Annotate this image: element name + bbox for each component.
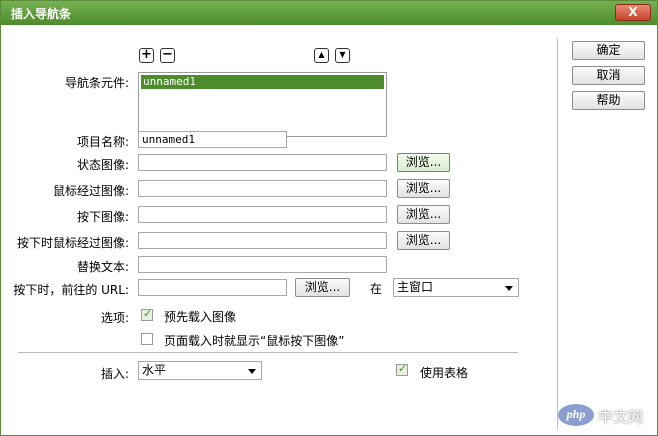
target-window-value: 主窗口 [397,280,434,294]
target-window-select[interactable]: 主窗口 [393,278,519,297]
use-tables-checkbox[interactable] [396,362,408,376]
preload-images-checkbox[interactable] [141,307,153,321]
url-label: 按下时，前往的 URL: [13,283,129,297]
remove-item-button[interactable]: − [160,48,175,63]
insert-label: 插入: [100,367,129,381]
show-down-image-checkbox[interactable] [141,333,153,345]
up-image-input[interactable] [138,154,387,171]
section-divider-highlight [18,353,518,354]
watermark-site-name: 中文网 [598,408,644,426]
dialog-content: + − ▲ ▼ 导航条元件: unnamed1 项目名称: unnamed1 状… [1,25,657,435]
insert-orientation-value: 水平 [142,363,167,377]
options-label: 选项: [100,311,129,325]
target-in-label: 在 [370,282,383,296]
over-while-down-image-browse-button[interactable]: 浏览... [397,231,450,250]
chevron-down-icon [505,286,513,291]
alt-text-input[interactable] [138,256,387,273]
down-image-browse-button[interactable]: 浏览... [397,205,450,224]
up-image-browse-button[interactable]: 浏览... [397,153,450,172]
side-divider [557,39,558,429]
show-down-image-label: 页面载入时就显示“鼠标按下图像” [164,334,345,348]
down-image-label: 按下图像: [76,210,129,224]
item-name-label: 项目名称: [76,135,129,149]
help-button[interactable]: 帮助 [572,91,645,110]
add-item-button[interactable]: + [139,48,154,63]
close-button[interactable]: X [615,4,651,21]
alt-text-label: 替换文本: [76,260,129,274]
chevron-down-icon [248,369,256,374]
over-while-down-image-input[interactable] [138,232,387,249]
php-logo-icon: php [558,404,594,426]
move-up-button[interactable]: ▲ [314,48,329,63]
over-while-down-image-label: 按下时鼠标经过图像: [16,236,129,250]
over-image-input[interactable] [138,180,387,197]
down-image-input[interactable] [138,206,387,223]
watermark-logo: php 中文网 [558,402,654,432]
dialog-title: 插入导航条 [11,7,72,21]
ok-button[interactable]: 确定 [572,41,645,60]
preload-images-label: 预先载入图像 [164,310,237,324]
title-bar[interactable]: 插入导航条 X [1,1,657,25]
move-down-button[interactable]: ▼ [335,48,350,63]
over-image-label: 鼠标经过图像: [52,184,129,198]
cancel-button[interactable]: 取消 [572,66,645,85]
over-image-browse-button[interactable]: 浏览... [397,179,450,198]
nav-elements-label: 导航条元件: [64,76,129,90]
url-input[interactable] [138,279,287,296]
nav-elements-list[interactable]: unnamed1 [138,72,387,137]
use-tables-label: 使用表格 [420,366,469,380]
up-image-label: 状态图像: [76,158,129,172]
insert-navbar-dialog: 插入导航条 X + − ▲ ▼ 导航条元件: unnamed1 项目名称: un… [0,0,658,436]
list-item[interactable]: unnamed1 [141,75,384,89]
item-name-input[interactable]: unnamed1 [138,131,287,148]
insert-orientation-select[interactable]: 水平 [138,361,262,380]
url-browse-button[interactable]: 浏览... [295,278,350,297]
